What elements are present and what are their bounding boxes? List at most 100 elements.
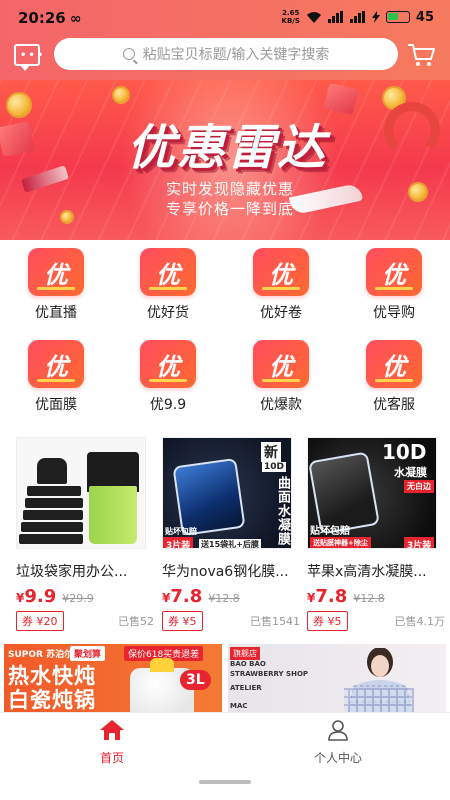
image-badge: 新 — [261, 442, 281, 462]
price-row: ¥9.9 ¥29.9 — [16, 586, 150, 607]
tab-home[interactable]: 首页 — [62, 719, 162, 766]
category-label: 优9.9 — [149, 397, 187, 413]
cart-icon[interactable] — [408, 42, 436, 68]
phone-graphic — [172, 457, 246, 537]
product-card[interactable]: 垃圾袋家用办公... ¥9.9 ¥29.9 券 ¥20 已售52 — [16, 437, 154, 631]
coupon-row: 券 ¥20 已售52 — [16, 611, 154, 631]
bag-roll — [25, 498, 83, 508]
category-icon: 优 — [28, 340, 84, 388]
charging-icon — [371, 11, 380, 23]
category-label: 优导购 — [373, 305, 415, 321]
signal-icon — [327, 11, 344, 23]
wifi-icon — [306, 11, 321, 23]
promo-tag: 聚划算 — [70, 646, 106, 661]
battery-icon — [385, 11, 410, 23]
capacity-badge: 3L — [180, 670, 211, 690]
coin-decoration — [6, 92, 32, 118]
search-bar[interactable]: 粘贴宝贝标题/输入关键字搜索 — [54, 38, 398, 70]
category-coupon[interactable]: 优 优好卷 — [225, 248, 337, 322]
promo-card-fashion[interactable]: 旗舰店 BAO BAO STRAWBERRY SHOP ATELIER MAC — [228, 644, 446, 712]
promo-card-supor[interactable]: SUPOR 苏泊尔 聚划算 保价618买贵退差 热水快炖 白瓷炖锅 3L — [4, 644, 222, 712]
signal-icon-2 — [349, 11, 366, 23]
product-card[interactable]: 10D 水凝膜 无白边 贴坏包赔 送贴膜神器+除尘 3片装 苹果x高清水凝膜..… — [307, 437, 445, 631]
sold-count: 已售4.1万 — [394, 615, 446, 628]
bag-roll — [23, 510, 83, 520]
net-speed-unit: KB/S — [281, 17, 300, 25]
category-label: 优爆款 — [260, 397, 302, 413]
net-speed: 2.65 KB/S — [282, 9, 300, 25]
search-icon — [122, 48, 135, 60]
category-hot[interactable]: 优 优爆款 — [225, 340, 337, 414]
category-mask[interactable]: 优 优面膜 — [0, 340, 112, 414]
product-price: ¥7.8 — [307, 586, 348, 607]
net-speed-value: 2.65 — [282, 9, 300, 17]
coin-decoration — [60, 210, 74, 224]
tab-profile[interactable]: 个人中心 — [288, 719, 388, 766]
category-label: 优直播 — [35, 305, 77, 321]
banner-title: 优惠雷达 — [126, 120, 327, 176]
category-label: 优好卷 — [260, 305, 302, 321]
status-bar: 20:26 ∞ 2.65 KB/S 45 — [0, 0, 450, 36]
promo-banner[interactable]: 优惠雷达 实时发现隐藏优惠 专享价格一降到底 — [0, 80, 450, 240]
product-price: ¥9.9 — [16, 586, 57, 607]
category-guide[interactable]: 优 优导购 — [338, 248, 450, 322]
brand-logo: SUPOR 苏泊尔 — [8, 650, 74, 660]
image-badge-2: 10D — [262, 462, 286, 472]
category-label: 优面膜 — [35, 397, 77, 413]
price-row: ¥7.8 ¥12.8 — [307, 586, 441, 607]
bottom-tab-bar: 首页 个人中心 — [0, 712, 450, 772]
original-price: ¥29.9 — [62, 592, 94, 605]
image-sub-text: 水凝膜 — [394, 466, 427, 479]
banner-subtitle-2: 专享价格一降到底 — [165, 200, 294, 218]
coupon-row: 券 ¥5 已售1541 — [162, 611, 300, 631]
store-text: STRAWBERRY SHOP — [230, 670, 309, 678]
category-icon: 优 — [253, 340, 309, 388]
category-icon: 优 — [140, 248, 196, 296]
product-image — [16, 437, 146, 549]
store-text: BAO BAO — [230, 660, 266, 668]
original-price: ¥12.8 — [353, 592, 385, 605]
category-service[interactable]: 优 优客服 — [338, 340, 450, 414]
bag-top — [37, 458, 67, 484]
infinity-icon: ∞ — [69, 11, 82, 27]
store-text: ATELIER — [230, 684, 262, 692]
product-price: ¥7.8 — [162, 586, 203, 607]
coupon-badge[interactable]: 券 ¥5 — [307, 611, 348, 631]
model-image — [344, 648, 414, 712]
status-time: 20:26 ∞ — [18, 9, 81, 27]
headphone-decoration — [384, 102, 440, 158]
category-live[interactable]: 优 优直播 — [0, 248, 112, 322]
image-corner-tag: 无白边 — [404, 480, 434, 493]
image-vertical-text: 曲面水凝膜 — [275, 476, 290, 546]
price-row: ¥7.8 ¥12.8 — [162, 586, 296, 607]
coupon-badge[interactable]: 券 ¥20 — [16, 611, 64, 631]
image-gift-tag: 送贴膜神器+除尘 — [310, 537, 371, 548]
product-image: 新 10D 曲面水凝膜 贴坏包赔 3片装 送15袋礼+后膜 — [162, 437, 292, 549]
category-goods[interactable]: 优 优好货 — [112, 248, 224, 322]
pot-lid — [150, 658, 174, 672]
search-placeholder: 粘贴宝贝标题/输入关键字搜索 — [142, 47, 330, 63]
user-icon — [328, 720, 348, 741]
product-name: 华为nova6钢化膜... — [162, 564, 289, 580]
promo-line-2: 白瓷炖锅 — [8, 688, 96, 712]
category-9-9[interactable]: 优 优9.9 — [112, 340, 224, 414]
category-label: 优好货 — [147, 305, 189, 321]
category-icon: 优 — [366, 248, 422, 296]
coin-decoration — [112, 86, 130, 104]
product-list: 垃圾袋家用办公... ¥9.9 ¥29.9 券 ¥20 已售52 新 10D 曲… — [0, 437, 450, 633]
home-indicator[interactable] — [199, 780, 251, 784]
image-big-text: 10D — [382, 440, 427, 464]
product-card[interactable]: 新 10D 曲面水凝膜 贴坏包赔 3片装 送15袋礼+后膜 华为nova6钢化膜… — [162, 437, 300, 631]
category-label: 优客服 — [373, 397, 415, 413]
coupon-row: 券 ¥5 已售4.1万 — [307, 611, 445, 631]
product-image: 10D 水凝膜 无白边 贴坏包赔 送贴膜神器+除尘 3片装 — [307, 437, 437, 549]
coupon-badge[interactable]: 券 ¥5 — [162, 611, 203, 631]
bag-roll — [21, 522, 83, 532]
sold-count: 已售52 — [118, 615, 154, 628]
bag-roll — [27, 486, 81, 496]
tab-home-label: 首页 — [99, 751, 124, 765]
home-icon — [100, 720, 124, 740]
message-icon[interactable]: ••• — [14, 44, 43, 71]
coin-decoration — [408, 182, 428, 202]
category-grid: 优 优直播 优 优好货 优 优好卷 优 优导购 优 优面膜 优 优9.9 优 优… — [0, 240, 450, 425]
